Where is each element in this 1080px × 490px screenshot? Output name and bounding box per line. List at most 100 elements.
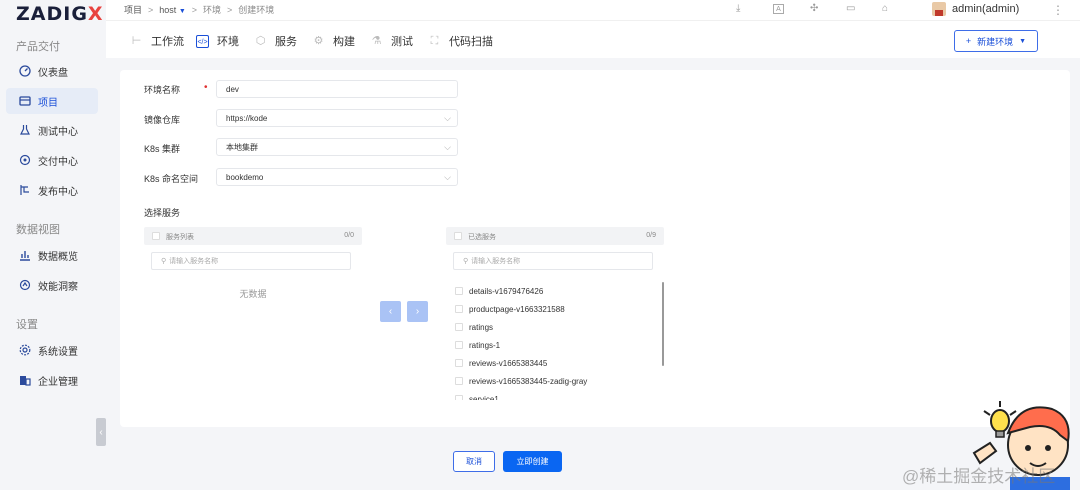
plus-icon: +	[965, 36, 972, 46]
empty-state: 无数据	[239, 289, 267, 299]
sidebar-item-delivery-center[interactable]: 交付中心	[6, 147, 98, 173]
env-name-input[interactable]: dev	[216, 80, 458, 98]
chevron-left-icon: ‹	[99, 426, 103, 438]
create-button[interactable]: 立即创建	[503, 451, 562, 472]
more-icon[interactable]: ⋮	[1052, 3, 1064, 17]
select-all-checkbox[interactable]	[152, 232, 160, 240]
caret-down-icon: ▼	[1019, 37, 1027, 45]
create-env-card: 环境名称 • dev 镜像仓库 https://kode ⌵ K8s 集群 本地集…	[120, 70, 1070, 427]
list-item[interactable]: reviews-v1665383445	[455, 355, 547, 371]
required-mark: •	[204, 82, 208, 93]
list-item[interactable]: ratings-1	[455, 337, 500, 353]
selected-services-header: 已选服务 0/9	[446, 227, 664, 245]
checkbox	[455, 377, 463, 385]
sidebar-item-release-center[interactable]: 发布中心	[6, 177, 98, 203]
chevron-down-icon: ⌵	[444, 172, 451, 182]
sidebar-item-project[interactable]: 项目	[6, 88, 98, 114]
select-all-checkbox[interactable]	[454, 232, 462, 240]
user-name: admin(admin)	[952, 3, 1020, 15]
list-item[interactable]: details-v1679476426	[455, 283, 543, 299]
list-item[interactable]: ratings	[455, 319, 493, 335]
list-item[interactable]: reviews-v1665383445-zadig-gray	[455, 373, 587, 389]
checkbox	[455, 359, 463, 367]
sidebar-collapse-handle[interactable]: ‹	[96, 418, 106, 446]
tab-test[interactable]: ⚗ 测试	[370, 33, 413, 49]
checkbox	[455, 395, 463, 400]
sidebar-item-data-overview[interactable]: 数据概览	[6, 242, 98, 268]
building-icon	[18, 373, 32, 387]
image-repo-label: 镜像仓库	[144, 115, 181, 125]
breadcrumb-env[interactable]: 环境	[203, 3, 221, 16]
sidebar-item-dashboard[interactable]: 仪表盘	[6, 58, 98, 84]
breadcrumb-separator: >	[148, 4, 154, 15]
top-bar: 项目 > host ▼ > 环境 > 创建环境 ⤓ A ✣ ▭ ⌂ admin(…	[106, 0, 1080, 20]
plugin-icon[interactable]: ✣	[810, 3, 818, 14]
scan-icon: ⛶	[430, 34, 439, 47]
code-icon: </>	[196, 34, 209, 48]
release-icon	[18, 183, 32, 197]
selected-search-input[interactable]: ⚲ 请输入服务名称	[453, 252, 653, 270]
search-icon: ⚲	[463, 258, 469, 265]
checkbox	[455, 305, 463, 313]
workflow-icon: ⊢	[131, 34, 142, 47]
cancel-button[interactable]: 取消	[453, 451, 495, 472]
breadcrumb-separator: >	[227, 4, 233, 15]
k8s-namespace-label: K8s 命名空间	[144, 174, 199, 184]
sidebar-item-insight[interactable]: 效能洞察	[6, 272, 98, 298]
test-icon: ⚗	[371, 34, 382, 47]
zadig-logo[interactable]: ZADIGX	[16, 3, 104, 25]
list-item[interactable]: productpage-v1663321588	[455, 301, 565, 317]
nav-group-delivery: 产品交付	[16, 41, 60, 53]
nav-group-settings: 设置	[16, 319, 38, 331]
breadcrumb: 项目 > host ▼ > 环境 > 创建环境	[124, 3, 274, 16]
sidebar-item-test-center[interactable]: 测试中心	[6, 117, 98, 143]
move-right-button[interactable]: ›	[407, 301, 428, 322]
gear-icon	[18, 343, 32, 357]
chevron-down-icon: ⌵	[444, 142, 451, 152]
user-menu[interactable]: admin(admin)	[932, 2, 1019, 16]
avatar	[932, 2, 946, 16]
service-icon: ⬡	[255, 34, 266, 47]
move-left-button[interactable]: ‹	[380, 301, 401, 322]
watermark: @稀土掘金技术社区	[902, 467, 1056, 486]
breadcrumb-separator: >	[191, 4, 198, 15]
breadcrumb-project[interactable]: 项目	[124, 3, 142, 16]
translate-icon[interactable]: A	[773, 3, 784, 14]
list-item[interactable]: service1	[455, 391, 499, 400]
chevron-left-icon: ‹	[388, 306, 393, 317]
tab-workflow[interactable]: ⊢ 工作流	[130, 33, 184, 49]
env-name-label: 环境名称	[144, 85, 181, 95]
k8s-namespace-select[interactable]: bookdemo ⌵	[216, 168, 458, 186]
dashboard-icon	[18, 64, 32, 78]
tab-build[interactable]: ⚙ 构建	[312, 33, 355, 49]
select-services-label: 选择服务	[144, 208, 181, 218]
docs-icon[interactable]: ▭	[846, 3, 855, 14]
caret-down-icon: ▼	[178, 7, 186, 15]
flask-icon	[18, 123, 32, 137]
sidebar-item-system-settings[interactable]: 系统设置	[6, 337, 98, 363]
checkbox	[455, 287, 463, 295]
tab-code-scan[interactable]: ⛶ 代码扫描	[428, 33, 493, 49]
k8s-cluster-select[interactable]: 本地集群 ⌵	[216, 138, 458, 156]
project-icon	[18, 94, 32, 108]
service-list-header: 服务列表 0/0	[144, 227, 362, 245]
build-icon: ⚙	[313, 34, 324, 47]
sidebar: ZADIGX 产品交付 仪表盘 项目 测试中心 交付中心 发布中心 数据视图 数…	[0, 0, 106, 490]
image-repo-select[interactable]: https://kode ⌵	[216, 109, 458, 127]
download-icon[interactable]: ⤓	[736, 3, 740, 14]
breadcrumb-host[interactable]: host ▼	[159, 5, 185, 15]
new-environment-button[interactable]: + 新建环境 ▼	[954, 30, 1038, 52]
tab-service[interactable]: ⬡ 服务	[254, 33, 297, 49]
nav-group-data: 数据视图	[16, 224, 60, 236]
tab-environment[interactable]: </> 环境	[196, 33, 239, 49]
delivery-icon	[18, 153, 32, 167]
chevron-down-icon: ⌵	[444, 113, 451, 123]
selected-services-panel: 已选服务 0/9 ⚲ 请输入服务名称 details-v1679476426 pr…	[446, 227, 664, 400]
checkbox	[455, 341, 463, 349]
bell-icon[interactable]: ⌂	[882, 3, 888, 14]
service-search-input[interactable]: ⚲ 请输入服务名称	[151, 252, 351, 270]
checkbox	[455, 323, 463, 331]
sidebar-item-enterprise[interactable]: 企业管理	[6, 367, 98, 393]
k8s-cluster-label: K8s 集群	[144, 144, 181, 154]
scrollbar[interactable]	[662, 282, 664, 366]
